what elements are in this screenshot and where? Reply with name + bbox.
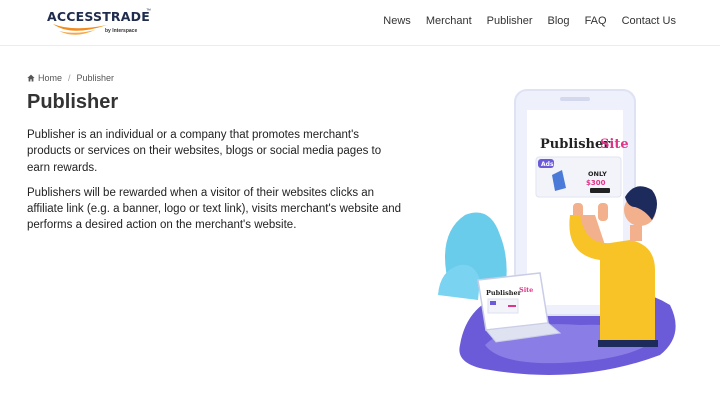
breadcrumb-home-link[interactable]: Home [38,73,62,83]
offer-only: ONLY [588,170,607,178]
page-description: Publisher is an individual or a company … [27,127,405,243]
logo-swoosh-icon [53,24,107,35]
nav-blog[interactable]: Blog [548,15,570,27]
publisher-illustration: Publisher Site Ads ONLY $300 Publisher S… [438,89,676,375]
main-nav: News Merchant Publisher Blog FAQ Contact… [368,15,676,27]
nav-contact-us[interactable]: Contact Us [622,15,676,27]
laptop-site-title: Publisher [486,289,522,297]
nav-publisher[interactable]: Publisher [487,15,533,27]
laptop-site-title-accent: Site [519,286,533,294]
home-icon [27,74,35,82]
offer-price: $300 [586,179,606,187]
breadcrumb-current: Publisher [76,73,115,83]
breadcrumb-separator: / [68,73,71,83]
description-paragraph: Publishers will be rewarded when a visit… [27,186,402,232]
accesstrade-logo[interactable]: ACCESSTRADE ™ by Interspace [47,8,157,41]
logo-trademark: ™ [146,8,151,14]
nav-news[interactable]: News [383,15,411,27]
nav-merchant[interactable]: Merchant [426,15,472,27]
ads-badge: Ads [541,161,554,168]
page-title: Publisher [27,91,119,113]
logo-tagline: by Interspace [105,28,138,34]
site-header: ACCESSTRADE ™ by Interspace News Merchan… [0,0,720,46]
breadcrumb: Home / Publisher [27,73,114,83]
description-paragraph: Publisher is an individual or a company … [27,129,382,174]
nav-faq[interactable]: FAQ [585,15,607,27]
phone-site-title-accent: Site [600,137,629,152]
